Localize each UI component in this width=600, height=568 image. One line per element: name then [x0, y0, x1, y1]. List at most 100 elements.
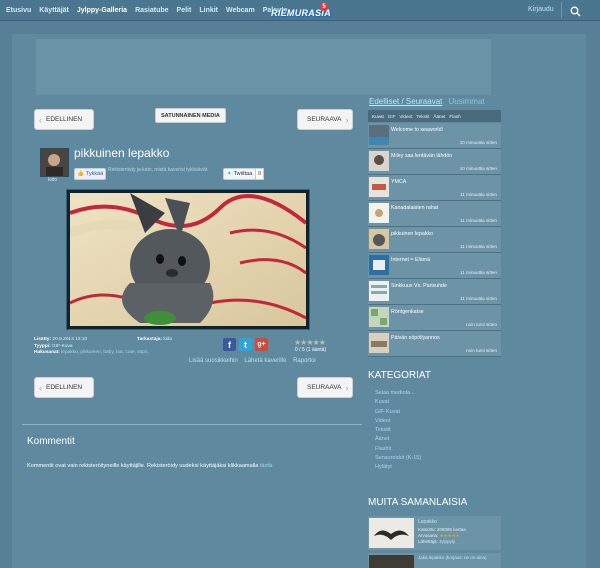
nav-linkit[interactable]: Linkit — [199, 7, 218, 14]
related-uploader-link[interactable]: Jylppyly — [439, 539, 455, 544]
related-title-link[interactable]: Jaka lepakko (korjaus: ne on aina) — [418, 555, 498, 561]
list-item[interactable]: Päivän söpöilyannos noin tunti sitten — [368, 331, 501, 357]
list-item[interactable]: YMCA 11 minuuttia sitten — [368, 175, 501, 201]
related-title-link[interactable]: Lepakko — [418, 519, 437, 525]
thumbnail — [369, 177, 389, 197]
facebook-like-button[interactable]: 👍 Tykkää — [74, 168, 107, 180]
top-bar: Etusivu Käyttäjät Jylppy-Galleria Rasiat… — [0, 0, 600, 21]
site-logo[interactable]: RIEMURASIA 5 — [271, 3, 331, 25]
register-link[interactable]: tästä. — [260, 463, 274, 469]
checker-label: Tarkastaja: — [137, 337, 162, 342]
thumbnail — [369, 281, 389, 301]
category-link[interactable]: Tekstit — [375, 426, 421, 435]
subtab-flash[interactable]: Flash — [449, 114, 460, 119]
twitter-icon[interactable]: t — [239, 338, 252, 351]
subtab-videot[interactable]: Videot — [399, 114, 412, 119]
nav-jylppy-galleria[interactable]: Jylppy-Galleria — [77, 7, 127, 14]
category-link[interactable]: Videot — [375, 417, 421, 426]
subtab-aanet[interactable]: Äänet — [433, 114, 445, 119]
list-item-time: 11 minuuttia sitten — [460, 244, 497, 249]
send-friend-link[interactable]: Lähetä kaverille — [244, 358, 286, 364]
page-title: pikkuinen lepakko — [74, 146, 170, 160]
checker-info: Tarkastaja: kido — [137, 337, 172, 342]
login-link[interactable]: Kirjaudu — [528, 6, 554, 13]
thumbnail — [369, 518, 414, 548]
tweet-count: 0 — [255, 168, 265, 180]
tab-previous-next[interactable]: Edelliset / Seuraavat — [369, 97, 442, 106]
thumbnail — [369, 555, 414, 568]
list-item[interactable]: Welcome to seaworld! 10 minuuttia sitten — [368, 123, 501, 149]
rating-text: 0 / 5 (1 ääntä) — [295, 347, 327, 353]
nav-etusivu[interactable]: Etusivu — [6, 7, 31, 14]
category-link[interactable]: Flashit — [375, 445, 421, 454]
subtab-kuvat[interactable]: Kuvat — [372, 114, 384, 119]
sidebar-tabs: Edelliset / Seuraavat Uusimmat — [369, 97, 485, 106]
list-item[interactable]: Kanadalaisten rahat 11 minuuttia sitten — [368, 201, 501, 227]
media-list: Welcome to seaworld! 10 minuuttia sitten… — [368, 123, 501, 357]
category-link[interactable]: Äänet — [375, 435, 421, 444]
related-item[interactable]: Lepakko Katsottu: 208095 kertaa Arvosana… — [368, 516, 501, 550]
thumbnail — [369, 151, 389, 171]
next-button-bottom[interactable]: SEURAAVA › — [297, 377, 353, 398]
checker-value[interactable]: kido — [163, 337, 172, 342]
list-item-time: 11 minuuttia sitten — [460, 296, 497, 301]
category-link[interactable]: GIF-Kuvat — [375, 408, 421, 417]
related-rating-label: Arvosana: — [418, 533, 439, 538]
list-item[interactable]: Röntgenkatse noin tunti sitten — [368, 305, 501, 331]
media-type-tabs: Kuvat GIF Videot Tekstit Äänet Flash — [368, 110, 501, 122]
related-title: MUITA SAMANLAISIA — [368, 497, 468, 508]
thumbnail — [369, 333, 389, 353]
list-item-time: noin tunti sitten — [466, 322, 497, 327]
facebook-icon[interactable]: f — [223, 338, 236, 351]
facebook-info-text: Rekisteröidy ja kato, mistä kaverisi tyk… — [108, 167, 209, 173]
related-uploader-label: Lähettäjä: — [418, 539, 438, 544]
related-item[interactable]: Jaka lepakko (korjaus: ne on aina) — [368, 553, 501, 568]
list-item[interactable]: Miley saa lentävän lähdön 10 minuuttia s… — [368, 149, 501, 175]
categories-list: Selaa mediota... Kuvat GIF-Kuvat Videot … — [375, 389, 421, 473]
uploader-name[interactable]: kido — [48, 177, 57, 183]
list-item[interactable]: Sinkkuus Vs. Parisuhde 11 minuuttia sitt… — [368, 279, 501, 305]
thumbs-up-icon: 👍 — [77, 171, 84, 177]
nav-rasiatube[interactable]: Rasiatube — [135, 7, 168, 14]
list-item-title: Welcome to seaworld! — [391, 127, 444, 133]
tab-newest[interactable]: Uusimmat — [449, 97, 485, 106]
list-item-title: Röntgenkatse — [391, 309, 424, 315]
report-link[interactable]: Raportoi — [293, 358, 316, 364]
avatar[interactable] — [40, 148, 69, 177]
facebook-like-label: Tykkää — [85, 171, 104, 177]
previous-button[interactable]: ‹ EDELLINEN — [34, 109, 94, 130]
next-label: SEURAAVA — [307, 116, 342, 123]
related-uploader: Lähettäjä: Jylppyly — [418, 539, 455, 544]
category-link[interactable]: Hylätyt — [375, 463, 421, 472]
subtab-tekstit[interactable]: Tekstit — [416, 114, 429, 119]
category-link[interactable]: Kuvat — [375, 398, 421, 407]
next-button[interactable]: SEURAAVA › — [297, 109, 353, 130]
keywords-label: Hakusanat: — [34, 350, 60, 355]
nav-kayttajat[interactable]: Käyttäjät — [39, 7, 69, 14]
add-favorite-link[interactable]: Lisää suosikkeihin — [189, 358, 238, 364]
category-link[interactable]: Sensuroidut (K-15) — [375, 454, 421, 463]
keywords-links[interactable]: lepakko, pikkuinen, baby, bat, cute, söp… — [61, 350, 149, 355]
list-item-time: 11 minuuttia sitten — [460, 192, 497, 197]
nav-webcam[interactable]: Webcam — [226, 7, 255, 14]
type-value: GIF-Kuva — [52, 343, 73, 349]
previous-button-bottom[interactable]: ‹ EDELLINEN — [34, 377, 94, 398]
list-item-title: Kanadalaisten rahat — [391, 205, 439, 211]
type-label: Tyyppi: — [34, 343, 51, 349]
chevron-left-icon: ‹ — [39, 114, 42, 125]
search-icon[interactable] — [570, 4, 581, 22]
google-plus-icon[interactable]: g+ — [255, 338, 268, 351]
chevron-right-icon: › — [345, 382, 349, 393]
rating-stars[interactable]: ★★★★★ — [294, 338, 326, 347]
category-link[interactable]: Selaa mediota... — [375, 389, 421, 398]
list-item-title: YMCA — [391, 179, 407, 185]
list-item[interactable]: Internet = Elämä 11 minuuttia sitten — [368, 253, 501, 279]
tweet-button[interactable]: ✦ Twiittaa — [223, 168, 257, 180]
list-item[interactable]: pikkuinen lepakko 11 minuuttia sitten — [368, 227, 501, 253]
nav-pelit[interactable]: Pelit — [177, 7, 192, 14]
bat-photo[interactable] — [70, 193, 306, 326]
list-item-time: 11 minuuttia sitten — [460, 218, 497, 223]
subtab-gif[interactable]: GIF — [388, 114, 396, 119]
list-item-title: Internet = Elämä — [391, 257, 431, 263]
random-media-button[interactable]: SATUNNAINEN MEDIA — [155, 108, 226, 123]
